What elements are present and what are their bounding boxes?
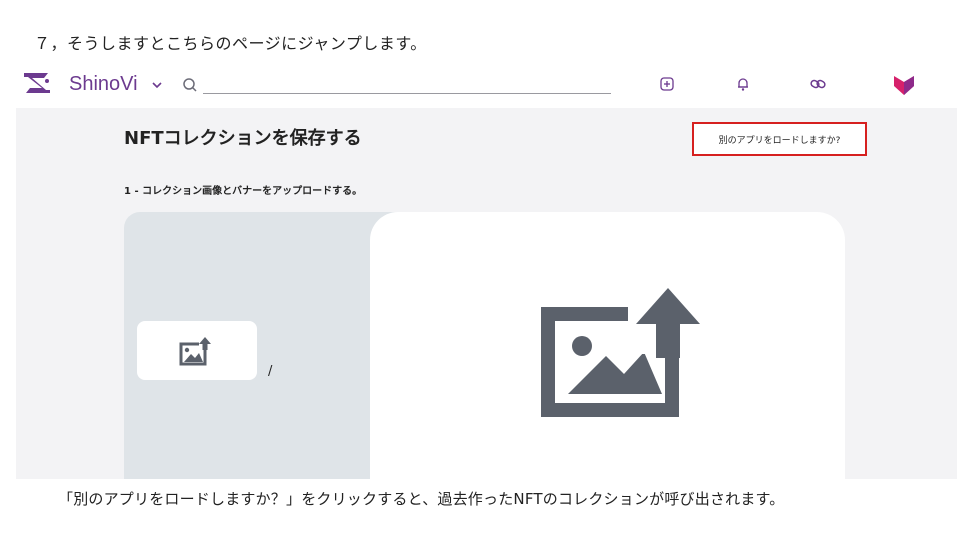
create-plus-icon[interactable] xyxy=(658,75,676,93)
chevron-down-icon[interactable] xyxy=(151,80,163,90)
large-image-upload-icon[interactable] xyxy=(540,284,704,418)
step-heading: ７，そうしますとこちらのページにジャンプします。 xyxy=(34,34,427,53)
brand-name[interactable]: ShinoVi xyxy=(69,73,138,96)
image-upload-icon xyxy=(179,336,211,365)
search-input[interactable] xyxy=(203,74,611,94)
upload-step-label: 1 - コレクション画像とバナーをアップロードする。 xyxy=(124,186,363,197)
avatar-shield-icon[interactable] xyxy=(893,72,915,96)
load-other-app-button[interactable]: 別のアプリをロードしますか? xyxy=(692,122,867,156)
top-nav-bar: ShinoVi xyxy=(16,60,957,108)
collection-content-panel: NFTコレクションを保存する 別のアプリをロードしますか? 1 - コレクション… xyxy=(16,108,957,479)
page-title: NFTコレクションを保存する xyxy=(124,128,362,149)
bell-icon[interactable] xyxy=(734,75,752,93)
brand-logo-icon[interactable] xyxy=(22,70,52,96)
search-icon xyxy=(183,78,197,92)
small-image-upload-button[interactable] xyxy=(137,321,257,380)
link-icon[interactable] xyxy=(809,75,827,93)
separator-slash: / xyxy=(268,364,273,379)
explanation-caption: 「別のアプリをロードしますか？」をクリックすると、過去作ったNFTのコレクション… xyxy=(58,490,785,508)
